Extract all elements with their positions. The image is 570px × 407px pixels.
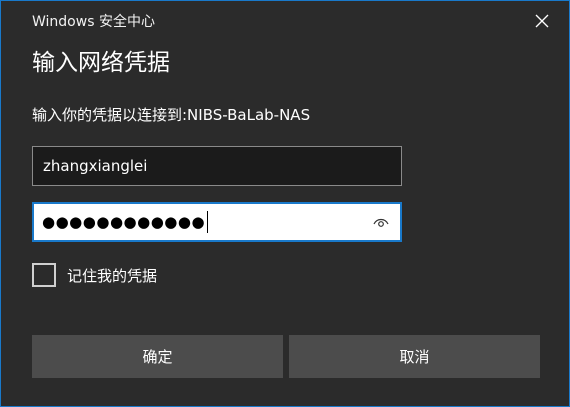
- close-button[interactable]: [525, 7, 559, 37]
- window-title: Windows 安全中心: [32, 14, 155, 30]
- connection-prompt: 输入你的凭据以连接到:NIBS-BaLab-NAS: [32, 106, 311, 124]
- cancel-button[interactable]: 取消: [289, 335, 540, 378]
- dialog-heading: 输入网络凭据: [32, 50, 170, 76]
- remember-checkbox[interactable]: [32, 263, 56, 287]
- close-icon: [535, 13, 549, 32]
- remember-credentials-row[interactable]: 记住我的凭据: [32, 263, 157, 287]
- text-caret: [207, 211, 209, 233]
- eye-icon: [373, 213, 389, 232]
- credential-dialog: Windows 安全中心 输入网络凭据 输入你的凭据以连接到:NIBS-BaLa…: [0, 0, 570, 407]
- remember-label: 记住我的凭据: [67, 266, 158, 285]
- password-field[interactable]: ●●●●●●●●●●●●: [32, 202, 402, 242]
- username-field[interactable]: zhangxianglei: [32, 146, 402, 186]
- ok-button[interactable]: 确定: [32, 335, 283, 378]
- reveal-password-button[interactable]: [368, 211, 394, 233]
- username-value: zhangxianglei: [43, 157, 148, 175]
- password-value: ●●●●●●●●●●●●: [42, 213, 206, 231]
